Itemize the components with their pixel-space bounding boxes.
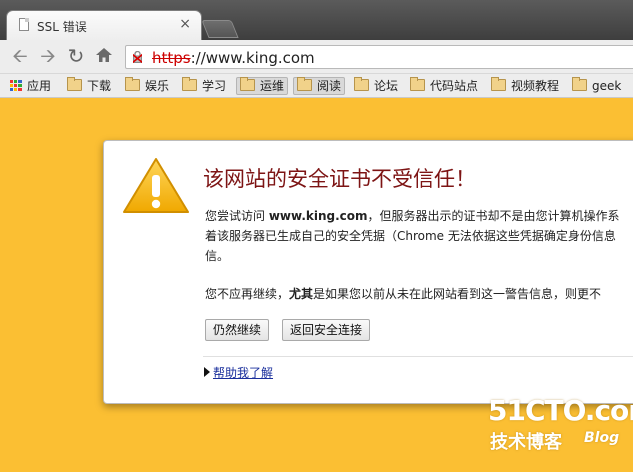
arrow-right-icon[interactable]: 🡪 bbox=[38, 46, 58, 66]
desc-prefix: 您尝试访问 bbox=[205, 209, 269, 223]
apps-grid-icon bbox=[10, 80, 22, 92]
close-icon[interactable]: × bbox=[179, 16, 191, 32]
bookmark-label: geek bbox=[592, 79, 622, 93]
desc-line1: ，但服务器出示的证书却不是由您计算机操作系 bbox=[367, 209, 620, 223]
tab-strip: SSL 错误 × bbox=[0, 0, 633, 40]
warning-description: 您尝试访问 www.king.com，但服务器出示的证书却不是由您计算机操作系 … bbox=[205, 206, 633, 266]
bookmark-folder-geek[interactable]: geek bbox=[572, 77, 622, 94]
advice-rest: 是如果您以前从未在此网站看到这一警告信息，则更不 bbox=[313, 287, 602, 301]
bookmark-folder-entertainment[interactable]: 娱乐 bbox=[125, 77, 170, 94]
desc-line3: 信。 bbox=[205, 249, 230, 263]
broken-lock-icon bbox=[133, 51, 142, 63]
folder-icon bbox=[297, 77, 312, 91]
bookmark-label: 应用 bbox=[27, 79, 52, 93]
folder-icon bbox=[125, 77, 140, 91]
bookmark-label: 阅读 bbox=[317, 79, 342, 93]
watermark-blog: Blog bbox=[584, 430, 620, 446]
proceed-anyway-button[interactable]: 仍然继续 bbox=[205, 319, 270, 341]
desc-domain: www.king.com bbox=[268, 209, 368, 223]
reload-icon[interactable]: ↻ bbox=[66, 46, 86, 66]
page-icon bbox=[19, 18, 29, 31]
url-host: ://www.king.com bbox=[190, 49, 315, 67]
folder-icon bbox=[354, 77, 369, 91]
bookmark-label: 下载 bbox=[87, 79, 112, 93]
folder-icon bbox=[491, 77, 506, 91]
folder-icon bbox=[410, 77, 425, 91]
folder-icon bbox=[240, 77, 255, 91]
bookmark-label: 代码站点 bbox=[430, 79, 479, 93]
bookmark-apps[interactable]: 应用 bbox=[10, 78, 51, 94]
warning-advice: 您不应再继续，尤其是如果您以前从未在此网站看到这一警告信息，则更不 bbox=[205, 284, 633, 304]
folder-icon bbox=[182, 77, 197, 91]
address-bar[interactable]: https://www.king.com bbox=[125, 45, 633, 69]
url-scheme: https bbox=[152, 49, 191, 67]
back-to-safety-button[interactable]: 返回安全连接 bbox=[282, 319, 371, 341]
tab-title: SSL 错误 bbox=[37, 20, 87, 34]
bookmark-folder-video-tutorials[interactable]: 视频教程 bbox=[491, 77, 560, 94]
advice-prefix: 您不应再继续， bbox=[205, 287, 290, 301]
bookmark-folder-download[interactable]: 下载 bbox=[67, 77, 112, 94]
bookmark-folder-ops[interactable]: 运维 bbox=[236, 77, 289, 95]
arrow-left-icon[interactable]: 🡨 bbox=[10, 46, 30, 66]
url-text[interactable]: https://www.king.com bbox=[152, 49, 315, 67]
help-me-understand-link[interactable]: 帮助我了解 bbox=[204, 364, 273, 381]
home-icon[interactable] bbox=[94, 46, 114, 66]
folder-icon bbox=[572, 77, 587, 91]
bookmark-folder-forum[interactable]: 论坛 bbox=[354, 77, 399, 94]
bookmark-label: 娱乐 bbox=[145, 79, 170, 93]
desc-line2: 着该服务器已生成自己的安全凭据（Chrome 无法依据这些凭据确定身份信息 bbox=[205, 229, 616, 243]
expand-triangle-icon bbox=[204, 367, 210, 377]
bookmark-folder-reading[interactable]: 阅读 bbox=[293, 77, 346, 95]
bookmark-label: 运维 bbox=[260, 79, 285, 93]
help-link-label: 帮助我了解 bbox=[213, 366, 274, 380]
bookmark-label: 学习 bbox=[202, 79, 227, 93]
ssl-warning-card: 该网站的安全证书不受信任！ 您尝试访问 www.king.com，但服务器出示的… bbox=[103, 140, 633, 404]
toolbar: 🡨 🡪 ↻ https://www.king.com bbox=[0, 40, 633, 74]
page-title: 该网站的安全证书不受信任！ bbox=[203, 167, 476, 191]
tab-ssl-error[interactable]: SSL 错误 × bbox=[6, 10, 202, 40]
bookmarks-bar: 应用 下载 娱乐 学习 运维 阅读 论坛 代码站点 视频教程 geek bbox=[0, 74, 633, 98]
bookmark-label: 论坛 bbox=[374, 79, 399, 93]
advice-bold: 尤其 bbox=[289, 287, 314, 301]
watermark-subtitle: 技术博客 bbox=[490, 432, 562, 453]
warning-icon bbox=[123, 158, 189, 213]
new-tab-button[interactable] bbox=[201, 20, 239, 38]
bookmark-folder-study[interactable]: 学习 bbox=[182, 77, 227, 94]
watermark-logo: 51CTO.com bbox=[488, 394, 633, 427]
bookmark-folder-code-sites[interactable]: 代码站点 bbox=[410, 77, 479, 94]
bookmark-label: 视频教程 bbox=[511, 79, 560, 93]
divider bbox=[203, 356, 633, 357]
folder-icon bbox=[67, 77, 82, 91]
